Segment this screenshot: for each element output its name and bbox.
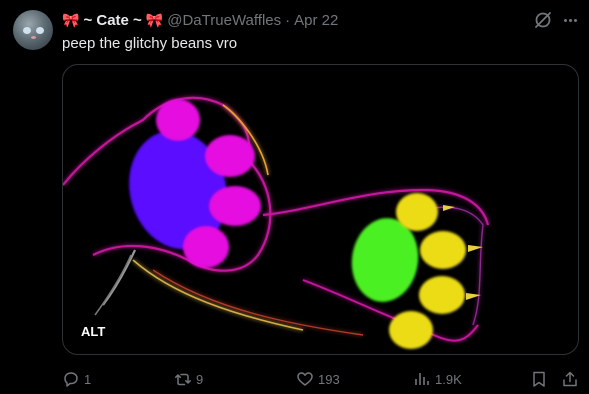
views-icon xyxy=(415,373,429,385)
bookmark-button[interactable] xyxy=(530,368,548,390)
like-button[interactable]: 193 xyxy=(296,368,340,390)
alt-badge[interactable]: ALT xyxy=(73,322,114,341)
ribbon-emoji-right: 🎀 xyxy=(145,11,164,28)
repost-button[interactable]: 9 xyxy=(174,368,203,390)
more-icon[interactable] xyxy=(560,10,580,30)
avatar[interactable] xyxy=(13,10,53,50)
like-count: 193 xyxy=(318,371,340,387)
avatar-nose xyxy=(31,36,36,39)
paw-artwork xyxy=(63,96,490,349)
separator-dot: · xyxy=(285,11,291,29)
user-handle[interactable]: @DaTrueWaffles xyxy=(167,12,281,29)
display-name[interactable]: ~ Cate ~ xyxy=(83,12,141,29)
tweet-header: 🎀 ~ Cate ~ 🎀 @DaTrueWaffles · Apr 22 xyxy=(62,10,338,30)
share-button[interactable] xyxy=(561,368,579,390)
avatar-eye-right xyxy=(36,27,44,34)
reply-icon xyxy=(64,372,78,387)
share-icon xyxy=(563,371,577,387)
views-button[interactable]: 1.9K xyxy=(413,368,462,390)
grok-icon[interactable] xyxy=(533,10,553,30)
ribbon-emoji-left: 🎀 xyxy=(62,11,80,28)
bookmark-icon xyxy=(533,371,545,387)
reply-button[interactable]: 1 xyxy=(62,368,91,390)
action-bar: 1 9 193 1.9K xyxy=(62,368,579,390)
tweet-text: peep the glitchy beans vro xyxy=(62,35,238,52)
reply-count: 1 xyxy=(84,371,92,387)
avatar-eye-left xyxy=(23,27,31,34)
repost-count: 9 xyxy=(196,371,204,387)
like-icon xyxy=(297,372,313,386)
media-image[interactable]: ALT xyxy=(62,64,579,355)
post-date[interactable]: Apr 22 xyxy=(294,12,338,29)
views-count: 1.9K xyxy=(435,371,462,387)
repost-icon xyxy=(175,373,191,386)
